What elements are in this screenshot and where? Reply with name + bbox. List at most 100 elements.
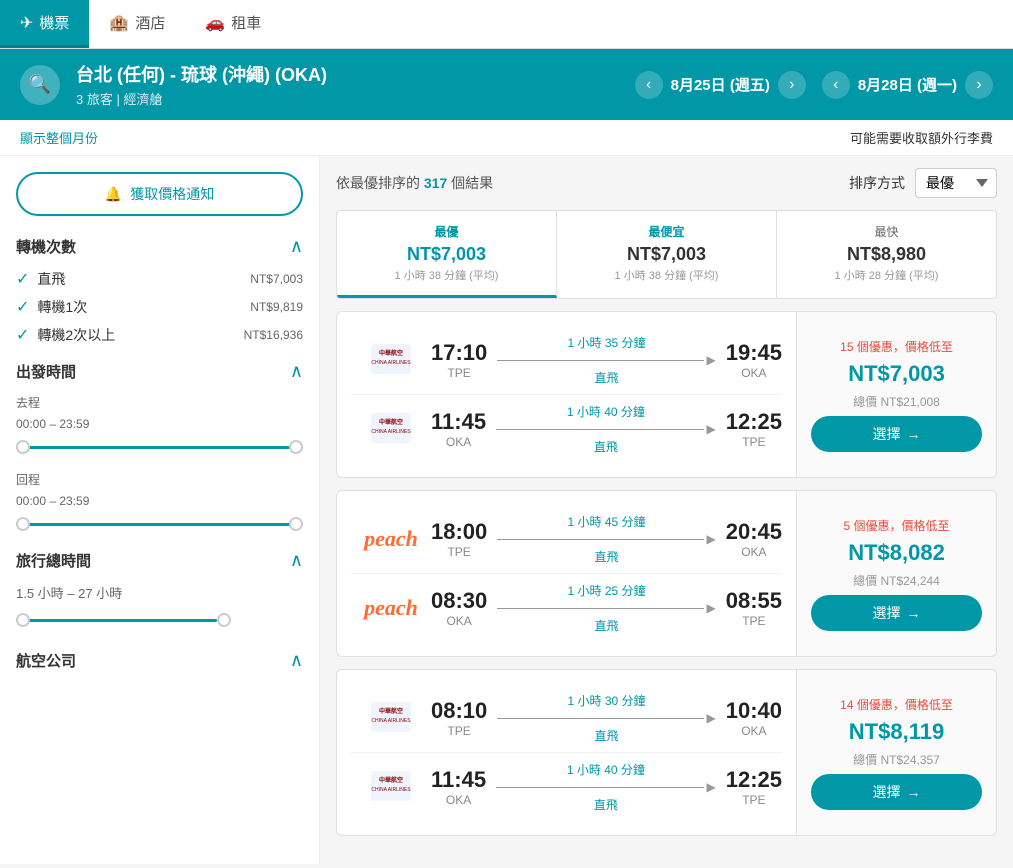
price-tab-best[interactable]: 最優 NT$7,003 1 小時 38 分鐘 (平均) [337, 211, 557, 298]
flight-1-dash [497, 360, 704, 361]
flight-1r-arrow: ▶ [706, 422, 715, 436]
flight-1-depart-airport: TPE [431, 366, 487, 380]
nav-tab-hotels[interactable]: 🏨 酒店 [89, 0, 185, 48]
transfer-title: 轉機次數 [16, 236, 76, 257]
price-tab-fastest[interactable]: 最快 NT$8,980 1 小時 28 分鐘 (平均) [777, 211, 996, 298]
nav-tab-flights[interactable]: ✈ 機票 [0, 0, 89, 48]
flight-2-outbound: peach 18:00 TPE 1 小時 45 分鐘 ▶ [351, 505, 782, 574]
date-nav-right: ‹ 8月28日 (週一) › [822, 71, 993, 99]
return-slider-track [16, 523, 303, 526]
filter-direct: ✓ 直飛 NT$7,003 [16, 269, 303, 289]
sort-label: 排序方式 [849, 173, 905, 193]
flight-1-direct: 直飛 [594, 369, 618, 386]
flight-1-duration-line: ▶ [497, 353, 715, 367]
airline-logo-ca-1: 中華航空 CHINA AIRLINES [351, 344, 431, 377]
flight-2r-duration: 1 小時 25 分鐘 ▶ 直飛 [497, 582, 715, 634]
card-2-total: 總價 NT$24,244 [853, 572, 940, 589]
prev-date-right-button[interactable]: ‹ [822, 71, 850, 99]
nav-tab-car[interactable]: 🚗 租車 [185, 0, 281, 48]
search-icon: 🔍 [29, 74, 51, 95]
flight-1-outbound-times: 17:10 TPE 1 小時 35 分鐘 ▶ 直飛 19: [431, 334, 782, 386]
car-icon: 🚗 [205, 13, 225, 33]
outbound-slider-right-thumb[interactable] [289, 440, 303, 454]
flight-2r-dash [497, 608, 704, 609]
travel-time-left-thumb[interactable] [16, 613, 30, 627]
flight-1-duration-label: 1 小時 35 分鐘 [567, 334, 645, 351]
svg-text:CHINA AIRLINES: CHINA AIRLINES [371, 360, 411, 366]
flight-card-2-left: peach 18:00 TPE 1 小時 45 分鐘 ▶ [337, 491, 796, 656]
date-nav-left: ‹ 8月25日 (週五) › [635, 71, 806, 99]
card-1-select-button[interactable]: 選擇 → [811, 416, 982, 452]
flight-2r-arrive: 08:55 TPE [726, 588, 782, 628]
card-3-select-button[interactable]: 選擇 → [811, 774, 982, 810]
flight-1r-dash [496, 429, 704, 430]
flight-3-arrive: 10:40 OKA [726, 698, 782, 738]
svg-text:中華航空: 中華航空 [379, 776, 403, 784]
next-date-left-button[interactable]: › [778, 71, 806, 99]
transfer2plus-label: 轉機2次以上 [37, 325, 115, 345]
search-button[interactable]: 🔍 [20, 65, 60, 105]
return-date-label: 8月28日 (週一) [858, 74, 957, 95]
svg-text:中華航空: 中華航空 [379, 349, 403, 357]
direct-label: 直飛 [37, 269, 65, 289]
show-month-link[interactable]: 顯示整個月份 [20, 128, 98, 147]
sort-select[interactable]: 最優 最便宜 最快 [915, 168, 997, 198]
card-1-promo-text: 15 個優惠，價格低至 [840, 340, 953, 354]
outbound-slider[interactable] [16, 437, 303, 457]
flight-2r-arrow: ▶ [706, 601, 715, 615]
check-transfer2plus[interactable]: ✓ [16, 325, 29, 345]
return-slider-left-thumb[interactable] [16, 517, 30, 531]
nav-tab-hotels-label: 酒店 [135, 12, 165, 33]
transfer-section-header: 轉機次數 ∧ [16, 236, 303, 257]
flight-2-dash [497, 539, 704, 540]
route-subtitle: 3 旅客 | 經濟艙 [76, 89, 619, 108]
price-tab-fastest-price: NT$8,980 [785, 244, 988, 265]
card-1-select-label: 選擇 [873, 424, 901, 444]
outbound-slider-left-thumb[interactable] [16, 440, 30, 454]
direct-price: NT$7,003 [250, 272, 303, 286]
check-direct[interactable]: ✓ [16, 269, 29, 289]
card-2-select-label: 選擇 [873, 603, 901, 623]
flight-3-depart-time: 08:10 [431, 698, 487, 724]
flight-3-arrive-airport: OKA [726, 724, 782, 738]
price-tab-cheapest-label: 最便宜 [565, 223, 768, 240]
flight-1-arrive: 19:45 OKA [726, 340, 782, 380]
travel-time-right-thumb[interactable] [217, 613, 231, 627]
header-bar: 🔍 台北 (任何) - 琉球 (沖繩) (OKA) 3 旅客 | 經濟艙 ‹ 8… [0, 49, 1013, 120]
transfer-options: ✓ 直飛 NT$7,003 ✓ 轉機1次 NT$9,819 ✓ 轉機2次以上 N… [16, 269, 303, 345]
airlines-toggle[interactable]: ∧ [290, 650, 303, 671]
airline-logo-ca-1-return: 中華航空 CHINA AIRLINES [351, 413, 431, 446]
price-tab-cheapest[interactable]: 最便宜 NT$7,003 1 小時 38 分鐘 (平均) [557, 211, 777, 298]
flight-1-outbound: 中華航空 CHINA AIRLINES 17:10 TPE 1 小時 35 分鐘 [351, 326, 782, 395]
transfer-toggle[interactable]: ∧ [290, 236, 303, 257]
departure-toggle[interactable]: ∧ [290, 361, 303, 382]
header-route: 台北 (任何) - 琉球 (沖繩) (OKA) 3 旅客 | 經濟艙 [76, 61, 619, 108]
svg-text:CHINA AIRLINES: CHINA AIRLINES [371, 718, 411, 724]
svg-text:CHINA AIRLINES: CHINA AIRLINES [371, 787, 411, 793]
card-1-price: NT$7,003 [848, 361, 945, 387]
flight-card-1-left: 中華航空 CHINA AIRLINES 17:10 TPE 1 小時 35 分鐘 [337, 312, 796, 477]
route-title: 台北 (任何) - 琉球 (沖繩) (OKA) [76, 61, 619, 87]
flight-1r-duration-label: 1 小時 40 分鐘 [567, 403, 645, 420]
return-slider[interactable] [16, 514, 303, 534]
flight-1-arrive-time: 19:45 [726, 340, 782, 366]
departure-date-label: 8月25日 (週五) [671, 74, 770, 95]
prev-date-left-button[interactable]: ‹ [635, 71, 663, 99]
sort-area: 排序方式 最優 最便宜 最快 [849, 168, 997, 198]
check-transfer1[interactable]: ✓ [16, 297, 29, 317]
count-prefix: 依最優排序的 [336, 175, 420, 191]
flight-1r-depart: 11:45 OKA [431, 409, 486, 449]
departure-section-header: 出發時間 ∧ [16, 361, 303, 382]
flight-3-return: 中華航空 CHINA AIRLINES 11:45 OKA 1 小時 40 分鐘 [351, 753, 782, 821]
next-date-right-button[interactable]: › [965, 71, 993, 99]
notify-button[interactable]: 🔔 獲取價格通知 [16, 172, 303, 216]
flight-1r-depart-time: 11:45 [431, 409, 486, 435]
travel-time-toggle[interactable]: ∧ [290, 550, 303, 571]
flight-1r-duration: 1 小時 40 分鐘 ▶ 直飛 [496, 403, 716, 455]
transfer1-label: 轉機1次 [37, 297, 87, 317]
price-tab-fastest-label: 最快 [785, 223, 988, 240]
travel-time-slider[interactable] [16, 610, 303, 630]
flight-3-depart: 08:10 TPE [431, 698, 487, 738]
return-slider-right-thumb[interactable] [289, 517, 303, 531]
card-2-select-button[interactable]: 選擇 → [811, 595, 982, 631]
